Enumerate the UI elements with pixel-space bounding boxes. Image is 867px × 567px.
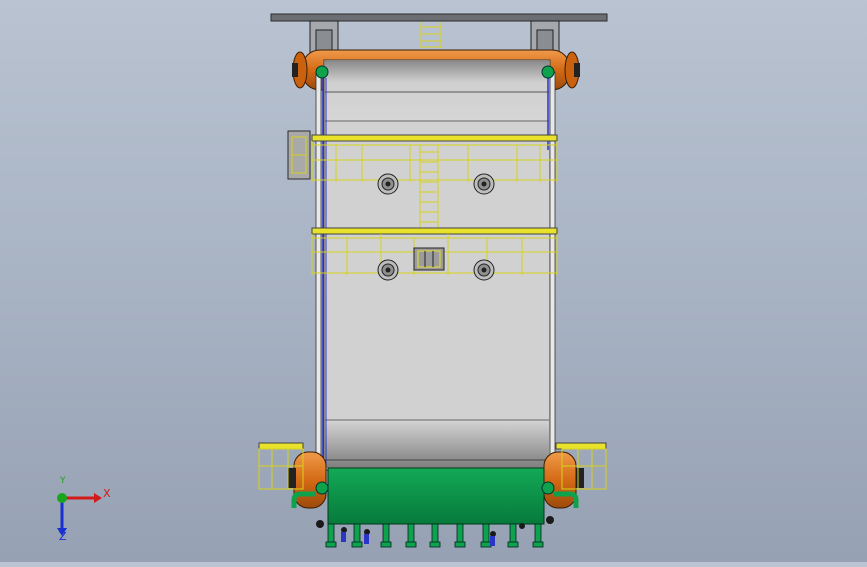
bottom-nozzles[interactable] <box>325 523 544 548</box>
bottom-blue-fittings <box>341 532 495 546</box>
top-support-plate[interactable] <box>270 13 608 22</box>
graphics-viewport[interactable]: X Y Z <box>0 0 867 562</box>
manhole-lower-left[interactable] <box>377 259 399 281</box>
center-hatch[interactable] <box>413 247 445 271</box>
axis-y-label: Y <box>60 476 66 486</box>
model-canvas[interactable] <box>0 0 867 562</box>
bottom-header-box[interactable] <box>327 467 545 525</box>
reference-triad: X Y Z <box>40 476 120 548</box>
axis-z-label: Z <box>59 530 67 543</box>
manhole-upper-left[interactable] <box>377 173 399 195</box>
manhole-upper-right[interactable] <box>473 173 495 195</box>
axis-y-arrow-icon <box>57 493 67 503</box>
axis-x-label: X <box>103 487 111 500</box>
left-access-door[interactable] <box>287 130 311 180</box>
manhole-lower-right[interactable] <box>473 259 495 281</box>
axis-x-arrow-icon <box>62 493 102 503</box>
top-ladder[interactable] <box>420 22 442 48</box>
